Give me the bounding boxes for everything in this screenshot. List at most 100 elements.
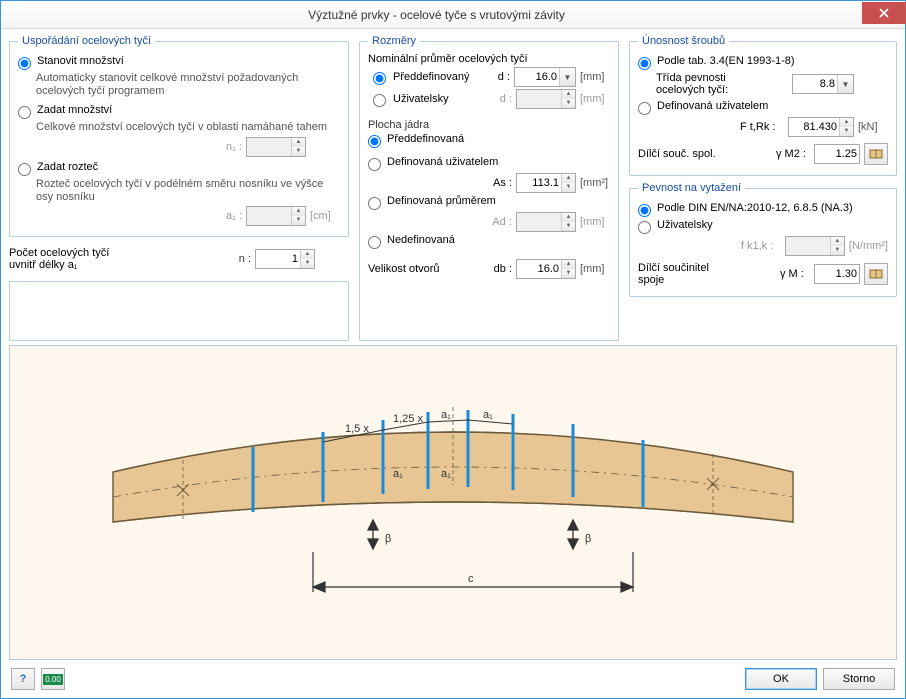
class-input[interactable] <box>793 78 837 90</box>
svg-text:c: c <box>468 573 474 585</box>
class-label: Třída pevnosti ocelových tyčí: <box>656 72 766 96</box>
gammaM2-input[interactable] <box>815 148 859 160</box>
label-pull-din[interactable]: Podle DIN EN/NA:2010-12, 6.8.5 (NA.3) <box>657 202 853 214</box>
db-input[interactable] <box>517 263 561 275</box>
dialog-footer: ? 0.00 OK Storno <box>9 664 897 694</box>
legend-pullout: Pevnost na vytažení <box>638 182 745 194</box>
radio-pull-din[interactable] <box>638 204 651 217</box>
db-spinner[interactable]: ▲▼ <box>516 259 576 279</box>
partial-label: Dílčí souč. spol. <box>638 148 716 160</box>
units-icon: 0.00 <box>43 674 63 685</box>
d-label-1: d : <box>498 71 510 83</box>
hole-label: Velikost otvorů <box>368 263 440 275</box>
legend-dimensions: Rozměry <box>368 35 420 47</box>
group-empty <box>9 281 349 341</box>
Ft-unit: [kN] <box>858 121 888 133</box>
ok-button[interactable]: OK <box>745 668 817 690</box>
d-combo[interactable]: ▼ <box>514 67 576 87</box>
gammaM-field[interactable] <box>814 264 860 284</box>
radio-core-predef[interactable] <box>368 135 381 148</box>
radio-core-user[interactable] <box>368 158 381 171</box>
Ad-unit: [mm] <box>580 216 610 228</box>
Ad-label: Ad : <box>492 216 512 228</box>
n-spinner[interactable]: ▲▼ <box>255 249 315 269</box>
label-core-undef[interactable]: Nedefinovaná <box>387 234 455 246</box>
As-unit: [mm²] <box>580 177 610 189</box>
radio-diam-user[interactable] <box>373 94 386 107</box>
n1-spinner: ▲▼ <box>246 137 306 157</box>
label-bolt-table[interactable]: Podle tab. 3.4(EN 1993-1-8) <box>657 55 795 67</box>
radio-enter-qty[interactable] <box>18 106 31 119</box>
gammaM2-field[interactable] <box>814 144 860 164</box>
legend-bolt: Únosnost šroubů <box>638 35 729 47</box>
As-spinner[interactable]: ▲▼ <box>516 173 576 193</box>
Ft-spinner[interactable]: ▲▼ <box>788 117 854 137</box>
label-pull-user[interactable]: Uživatelsky <box>657 219 713 231</box>
diagram-preview: 1,5 x 1,25 x a₁ a₁ a₁ a₁ β β <box>9 345 897 660</box>
dialog-window: Výztužné prvky - ocelové tyče s vrutovým… <box>0 0 906 699</box>
class-combo[interactable]: ▼ <box>792 74 854 94</box>
desc-determine-qty: Automaticky stanovit celkové množství po… <box>36 72 340 98</box>
help-icon: ? <box>20 673 27 685</box>
desc-spacing: Rozteč ocelových tyčí v podélném směru n… <box>36 178 340 204</box>
beam-diagram: 1,5 x 1,25 x a₁ a₁ a₁ a₁ β β <box>73 372 833 632</box>
n-input[interactable] <box>256 253 300 265</box>
fk-label: f k1,k : <box>741 240 781 252</box>
gammaM2-label: γ M2 : <box>776 148 810 160</box>
radio-bolt-user[interactable] <box>638 102 651 115</box>
fk-spinner: ▲▼ <box>785 236 845 256</box>
label-bolt-user[interactable]: Definovaná uživatelem <box>657 100 768 112</box>
d-unit-1: [mm] <box>580 71 610 83</box>
svg-text:β: β <box>385 533 391 545</box>
core-title: Plocha jádra <box>368 119 610 131</box>
As-input[interactable] <box>517 177 561 189</box>
svg-text:a₁: a₁ <box>483 409 493 421</box>
label-core-diam[interactable]: Definovaná průměrem <box>387 195 496 207</box>
pull-partial-label: Dílčí součinitel spoje <box>638 262 728 286</box>
d-combo-input[interactable] <box>515 71 559 83</box>
label-core-predef[interactable]: Předdefinovaná <box>387 133 464 145</box>
Ft-label: F t,Rk : <box>740 121 784 133</box>
label-core-user[interactable]: Definovaná uživatelem <box>387 156 498 168</box>
window-title: Výztužné prvky - ocelové tyče s vrutovým… <box>11 8 862 22</box>
Ft-input[interactable] <box>789 121 839 133</box>
svg-text:β: β <box>585 533 591 545</box>
a1-spinner: ▲▼ <box>246 206 306 226</box>
gammaM-input[interactable] <box>815 268 859 280</box>
svg-text:1,5 x: 1,5 x <box>345 423 369 435</box>
label-diam-user[interactable]: Uživatelsky <box>393 93 449 105</box>
units-button[interactable]: 0.00 <box>41 668 65 690</box>
label-diam-predef[interactable]: Předdefinovaný <box>393 71 469 83</box>
group-bolt-resistance: Únosnost šroubů Podle tab. 3.4(EN 1993-1… <box>629 35 897 176</box>
radio-core-undef[interactable] <box>368 236 381 249</box>
content-area: Uspořádání ocelových tyčí Stanovit množs… <box>1 29 905 698</box>
radio-spacing[interactable] <box>18 163 31 176</box>
radio-bolt-table[interactable] <box>638 57 651 70</box>
nominal-title: Nominální průměr ocelových tyčí <box>368 53 610 65</box>
radio-diam-predef[interactable] <box>373 72 386 85</box>
chevron-down-icon[interactable]: ▼ <box>559 68 575 86</box>
d-user-spinner: ▲▼ <box>516 89 576 109</box>
library-button-1[interactable] <box>864 143 888 165</box>
radio-determine-qty[interactable] <box>18 57 31 70</box>
desc-enter-qty: Celkové množství ocelových tyčí v oblast… <box>36 121 340 134</box>
count-label-1: Počet ocelových tyčí <box>9 247 109 259</box>
group-pullout: Pevnost na vytažení Podle DIN EN/NA:2010… <box>629 182 897 297</box>
cancel-button[interactable]: Storno <box>823 668 895 690</box>
close-button[interactable] <box>862 2 906 24</box>
db-unit: [mm] <box>580 263 610 275</box>
svg-text:1,25 x: 1,25 x <box>393 413 423 425</box>
help-button[interactable]: ? <box>11 668 35 690</box>
radio-pull-user[interactable] <box>638 221 651 234</box>
library-button-2[interactable] <box>864 263 888 285</box>
count-label-2: uvnitř délky a₁ <box>9 259 109 271</box>
group-dimensions: Rozměry Nominální průměr ocelových tyčí … <box>359 35 619 341</box>
a1-unit: [cm] <box>310 210 340 222</box>
fk-unit: [N/mm²] <box>849 240 888 252</box>
chevron-down-icon[interactable]: ▼ <box>837 75 853 93</box>
label-spacing[interactable]: Zadat rozteč <box>37 161 98 173</box>
label-determine-qty[interactable]: Stanovit množství <box>37 55 124 67</box>
label-enter-qty[interactable]: Zadat množství <box>37 104 112 116</box>
radio-core-diam[interactable] <box>368 197 381 210</box>
svg-text:a₁: a₁ <box>441 468 451 480</box>
